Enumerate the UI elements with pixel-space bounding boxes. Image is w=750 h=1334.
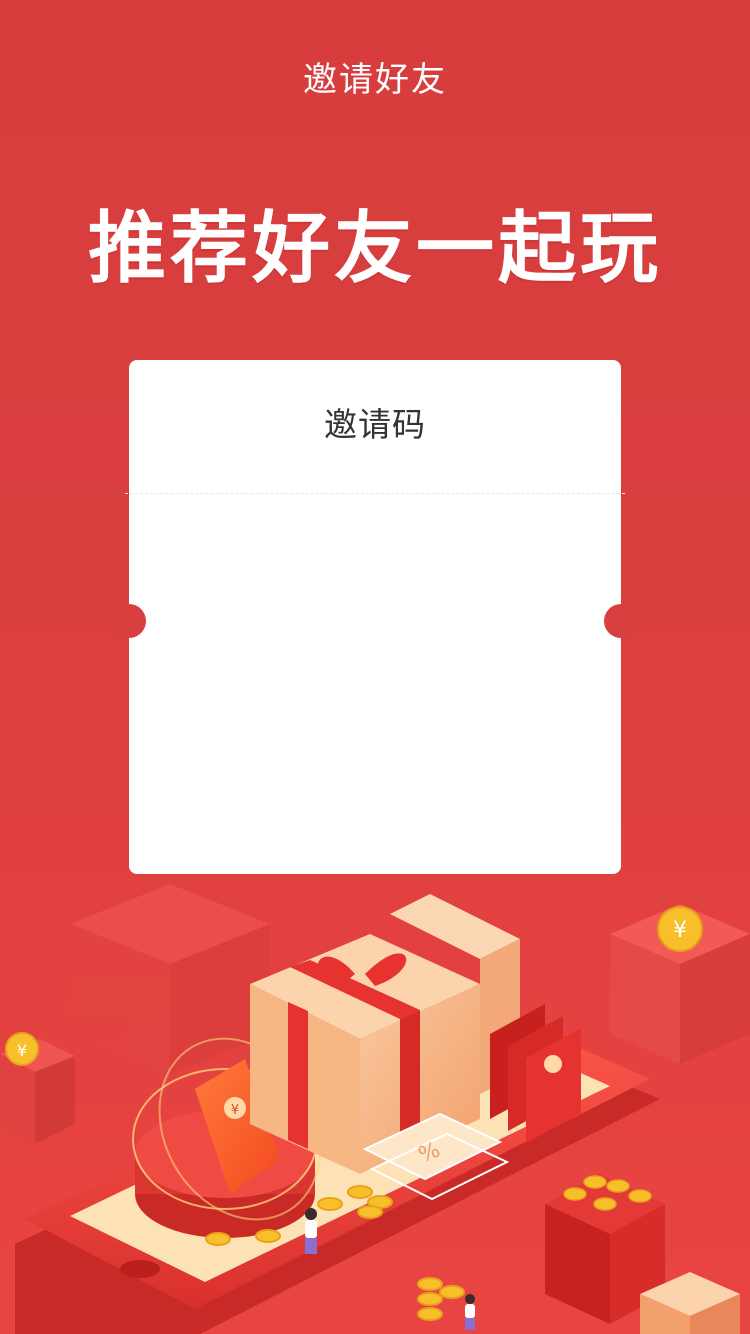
nav-title: 邀请好友 xyxy=(303,60,447,100)
invite-code-card: 邀请码 xyxy=(112,360,638,874)
invite-code-area xyxy=(129,494,621,874)
svg-text:¥: ¥ xyxy=(231,1103,239,1118)
person-figure-2 xyxy=(465,1294,475,1330)
person-figure-1 xyxy=(305,1208,317,1254)
invite-code-title: 邀请码 xyxy=(324,405,426,444)
svg-text:¥: ¥ xyxy=(17,1041,27,1060)
svg-text:¥: ¥ xyxy=(673,918,687,943)
page-headline: 推荐好友一起玩 xyxy=(87,204,662,294)
gift-phone-illustration: ¥ % ¥ ¥ xyxy=(0,884,750,1334)
bg-cube-left xyxy=(70,884,270,1074)
